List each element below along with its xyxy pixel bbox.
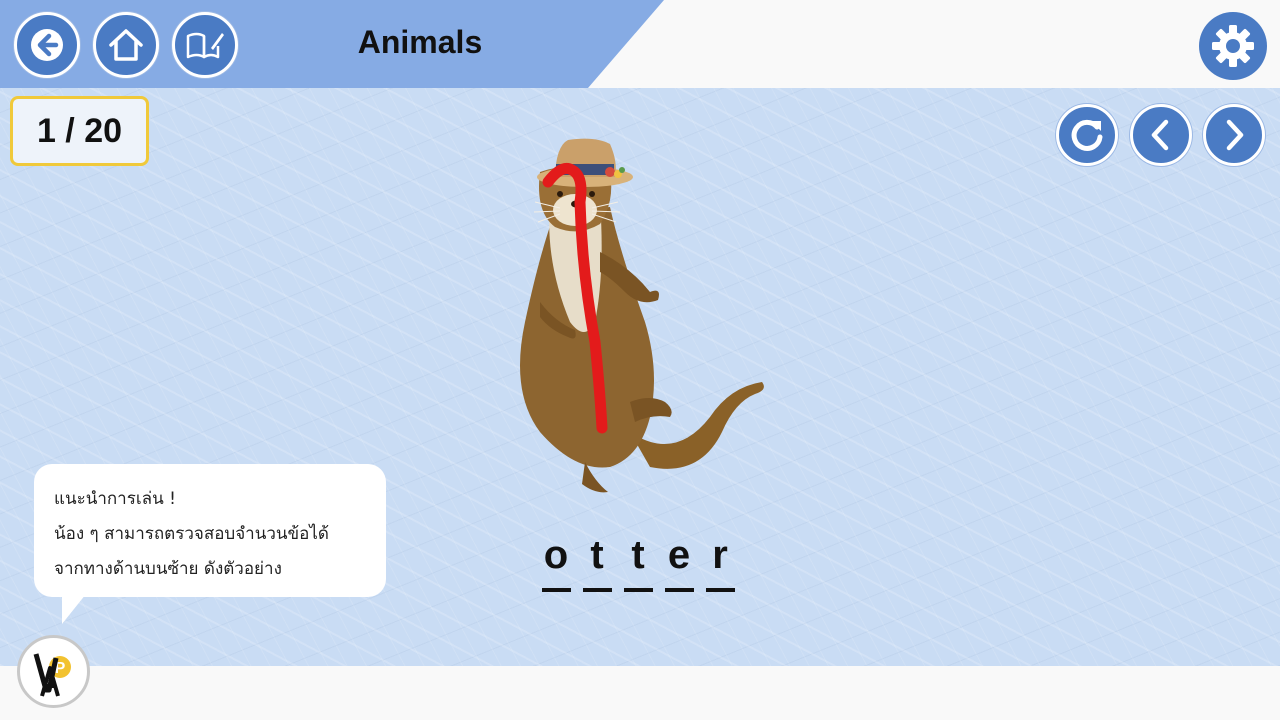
reload-button[interactable] — [1056, 104, 1118, 166]
question-counter: 1 / 20 — [10, 96, 149, 166]
book-button[interactable] — [172, 12, 238, 78]
letter-slot[interactable]: t — [581, 530, 613, 592]
back-button[interactable] — [14, 12, 80, 78]
refresh-icon — [1071, 119, 1103, 151]
tip-bubble: แนะนำการเล่น ! น้อง ๆ สามารถตรวจสอบจำนวน… — [34, 464, 386, 597]
home-icon — [109, 29, 143, 61]
vpa-logo-icon: P — [33, 653, 71, 697]
next-button[interactable] — [1203, 104, 1265, 166]
letter-underline — [582, 588, 612, 592]
tip-bubble-tail — [62, 594, 86, 624]
letter-underline — [664, 588, 694, 592]
letter-slot[interactable]: t — [622, 530, 654, 592]
letter-char: t — [590, 533, 604, 577]
letter-underline — [541, 588, 571, 592]
letter-underline — [623, 588, 653, 592]
letter-char: e — [667, 533, 691, 577]
bottom-bar — [0, 666, 1280, 720]
gear-icon — [1212, 25, 1254, 67]
letter-slot[interactable]: o — [540, 530, 572, 592]
tip-title: แนะนำการเล่น ! — [54, 489, 176, 509]
otter-illustration — [520, 138, 764, 493]
letter-slot[interactable]: r — [704, 530, 736, 592]
chevron-right-icon — [1226, 119, 1244, 151]
tip-text-line: น้อง ๆ สามารถตรวจสอบจำนวนข้อได้ — [54, 524, 329, 544]
letter-char: r — [712, 533, 728, 577]
tip-text-line: จากทางด้านบนซ้าย ดังตัวอย่าง — [54, 559, 282, 579]
app-screen: Animals 1 / 20 o t t e r แนะนำการเล่น ! … — [0, 0, 1280, 720]
chevron-left-icon — [1151, 119, 1169, 151]
letter-underline — [705, 588, 735, 592]
letter-slot[interactable]: e — [663, 530, 695, 592]
letter-char: o — [543, 533, 569, 577]
word-answer: o t t e r — [540, 530, 736, 592]
vpa-logo: P — [17, 635, 90, 708]
letter-char: t — [631, 533, 645, 577]
top-bar: Animals — [0, 0, 1280, 88]
question-counter-label: 1 / 20 — [36, 111, 123, 150]
previous-button[interactable] — [1130, 104, 1192, 166]
arrow-left-icon — [31, 29, 63, 61]
settings-button[interactable] — [1199, 12, 1267, 80]
page-title: Animals — [357, 24, 483, 60]
open-book-pencil-icon — [186, 32, 224, 59]
home-button[interactable] — [93, 12, 159, 78]
